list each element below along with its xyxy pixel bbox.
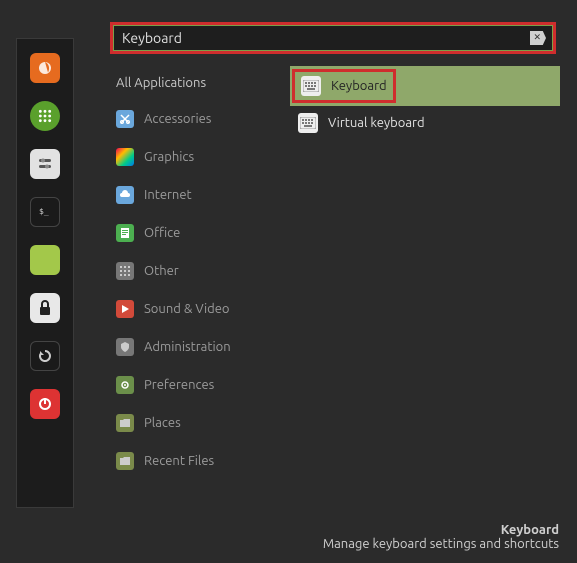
launcher-power-icon[interactable]	[30, 389, 60, 419]
result-label: Keyboard	[331, 79, 387, 93]
clear-search-icon[interactable]	[530, 31, 546, 45]
shield-icon	[116, 338, 134, 356]
category-label: Other	[144, 264, 179, 278]
category-label: Sound & Video	[144, 302, 230, 316]
launcher-lock-icon[interactable]	[30, 293, 60, 323]
results-list: Keyboard Virtual keyboard	[290, 66, 560, 480]
category-administration[interactable]: Administration	[110, 328, 260, 366]
category-label: Internet	[144, 188, 192, 202]
launcher-reload-icon[interactable]	[30, 341, 60, 371]
document-icon	[116, 224, 134, 242]
palette-icon	[116, 148, 134, 166]
svg-text:$_: $_	[39, 207, 49, 216]
category-sound-video[interactable]: Sound & Video	[110, 290, 260, 328]
launcher-bar: $_	[16, 38, 74, 508]
app-menu: All Applications Accessories Graphics In…	[110, 22, 570, 480]
category-label: Preferences	[144, 378, 214, 392]
gear-icon	[116, 376, 134, 394]
category-internet[interactable]: Internet	[110, 176, 260, 214]
result-highlight: Keyboard	[292, 69, 396, 103]
category-accessories[interactable]: Accessories	[110, 100, 260, 138]
launcher-apps-icon[interactable]	[30, 101, 60, 131]
category-label: Administration	[144, 340, 231, 354]
search-input[interactable]	[120, 30, 530, 46]
app-description: Keyboard Manage keyboard settings and sh…	[323, 523, 559, 551]
launcher-files-icon[interactable]	[30, 245, 60, 275]
category-list: All Applications Accessories Graphics In…	[110, 66, 260, 480]
result-label: Virtual keyboard	[328, 116, 425, 130]
category-label: All Applications	[116, 76, 206, 90]
app-description-text: Manage keyboard settings and shortcuts	[323, 537, 559, 551]
category-office[interactable]: Office	[110, 214, 260, 252]
cloud-icon	[116, 186, 134, 204]
launcher-terminal-icon[interactable]: $_	[30, 197, 60, 227]
folder-recent-icon	[116, 452, 134, 470]
category-graphics[interactable]: Graphics	[110, 138, 260, 176]
result-keyboard[interactable]: Keyboard	[290, 66, 560, 106]
keyboard-icon	[301, 76, 321, 96]
search-box[interactable]	[113, 25, 553, 51]
keyboard-icon	[298, 113, 318, 133]
category-other[interactable]: Other	[110, 252, 260, 290]
play-icon	[116, 300, 134, 318]
category-all[interactable]: All Applications	[110, 66, 260, 100]
category-label: Office	[144, 226, 180, 240]
search-highlight	[110, 22, 556, 54]
result-virtual-keyboard[interactable]: Virtual keyboard	[290, 106, 560, 140]
scissors-icon	[116, 110, 134, 128]
category-places[interactable]: Places	[110, 404, 260, 442]
category-label: Places	[144, 416, 181, 430]
launcher-settings-icon[interactable]	[30, 149, 60, 179]
category-label: Recent Files	[144, 454, 214, 468]
app-description-title: Keyboard	[323, 523, 559, 537]
launcher-firefox-icon[interactable]	[30, 53, 60, 83]
category-label: Graphics	[144, 150, 194, 164]
folder-icon	[116, 414, 134, 432]
category-recent-files[interactable]: Recent Files	[110, 442, 260, 480]
category-preferences[interactable]: Preferences	[110, 366, 260, 404]
category-label: Accessories	[144, 112, 211, 126]
grid-icon	[116, 262, 134, 280]
